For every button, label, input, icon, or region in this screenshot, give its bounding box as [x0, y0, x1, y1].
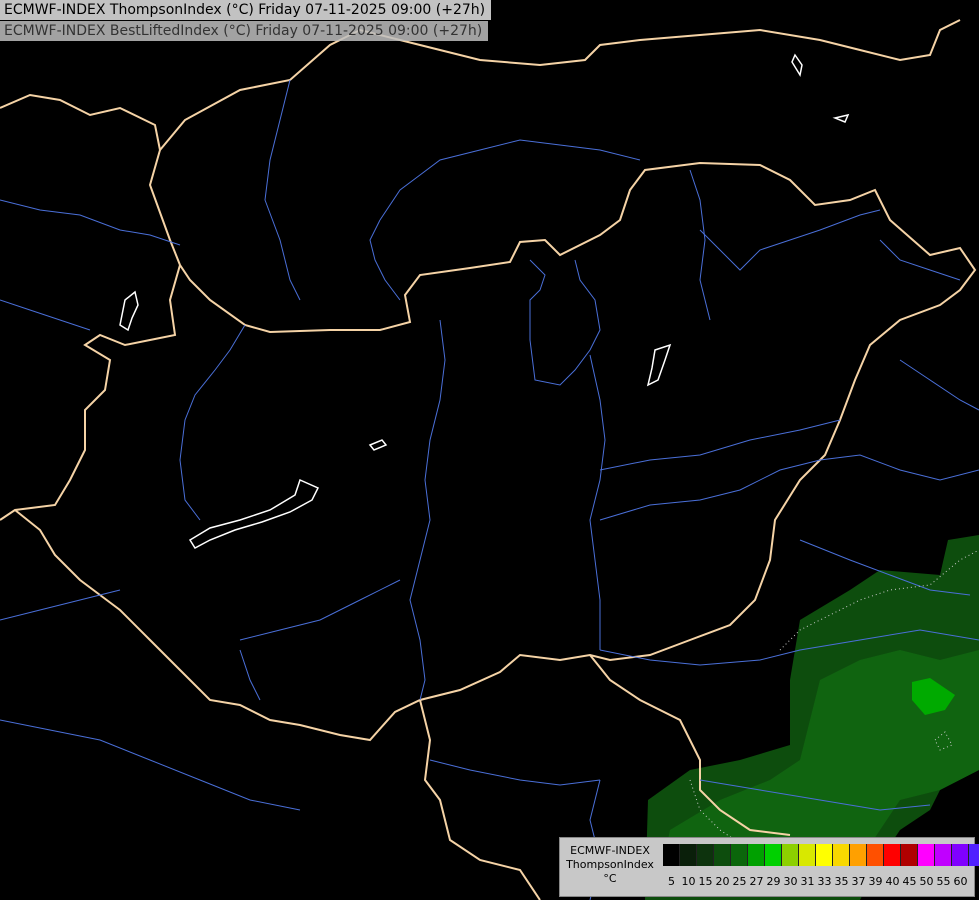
legend-tick: 55: [936, 875, 951, 888]
map-title-secondary: ECMWF-INDEX BestLiftedIndex (°C) Friday …: [0, 21, 489, 41]
legend-tick: 45: [902, 875, 917, 888]
legend-tick: 15: [698, 875, 713, 888]
legend-tick: 29: [766, 875, 781, 888]
legend-tick: 31: [800, 875, 815, 888]
legend-tick: 60: [953, 875, 968, 888]
legend-swatch: [935, 844, 952, 866]
map-title-primary: ECMWF-INDEX ThompsonIndex (°C) Friday 07…: [0, 0, 492, 20]
legend-swatch: [918, 844, 935, 866]
legend-label-unit: °C: [603, 872, 617, 885]
legend-swatch: [731, 844, 748, 866]
legend-swatch: [765, 844, 782, 866]
legend-swatch: [697, 844, 714, 866]
legend-swatch: [748, 844, 765, 866]
legend-swatch: [799, 844, 816, 866]
legend-label-index: ThompsonIndex: [566, 858, 654, 871]
legend-tick: 39: [868, 875, 883, 888]
legend-swatch: [850, 844, 867, 866]
legend-swatch: [867, 844, 884, 866]
legend-swatch: [833, 844, 850, 866]
legend-swatch: [663, 844, 680, 866]
legend-swatch: [816, 844, 833, 866]
legend-swatches: [663, 844, 979, 866]
color-legend: ECMWF-INDEX ThompsonIndex °C 5 10 15 20 25 27…: [559, 837, 979, 897]
legend-swatch: [782, 844, 799, 866]
legend-tick: 25: [732, 875, 747, 888]
legend-swatch: [901, 844, 918, 866]
weather-map: [0, 0, 979, 900]
legend-swatch: [884, 844, 901, 866]
legend-tick: 27: [749, 875, 764, 888]
legend-tick: 10: [681, 875, 696, 888]
legend-tick: 37: [851, 875, 866, 888]
legend-tick: 33: [817, 875, 832, 888]
legend-tick: 20: [715, 875, 730, 888]
legend-label: ECMWF-INDEX ThompsonIndex °C: [562, 844, 658, 886]
legend-swatch: [680, 844, 697, 866]
legend-tick: 35: [834, 875, 849, 888]
legend-tick: 40: [885, 875, 900, 888]
legend-swatch: [969, 844, 979, 866]
legend-tick: 30: [783, 875, 798, 888]
legend-swatch: [952, 844, 969, 866]
legend-tick: 5: [668, 875, 675, 888]
legend-swatch: [714, 844, 731, 866]
legend-ticks: 5 10 15 20 25 27 29 30 31 33 35 37 39 40 45 50 55 60: [663, 874, 969, 890]
legend-label-model: ECMWF-INDEX: [570, 844, 650, 857]
legend-tick: 50: [919, 875, 934, 888]
